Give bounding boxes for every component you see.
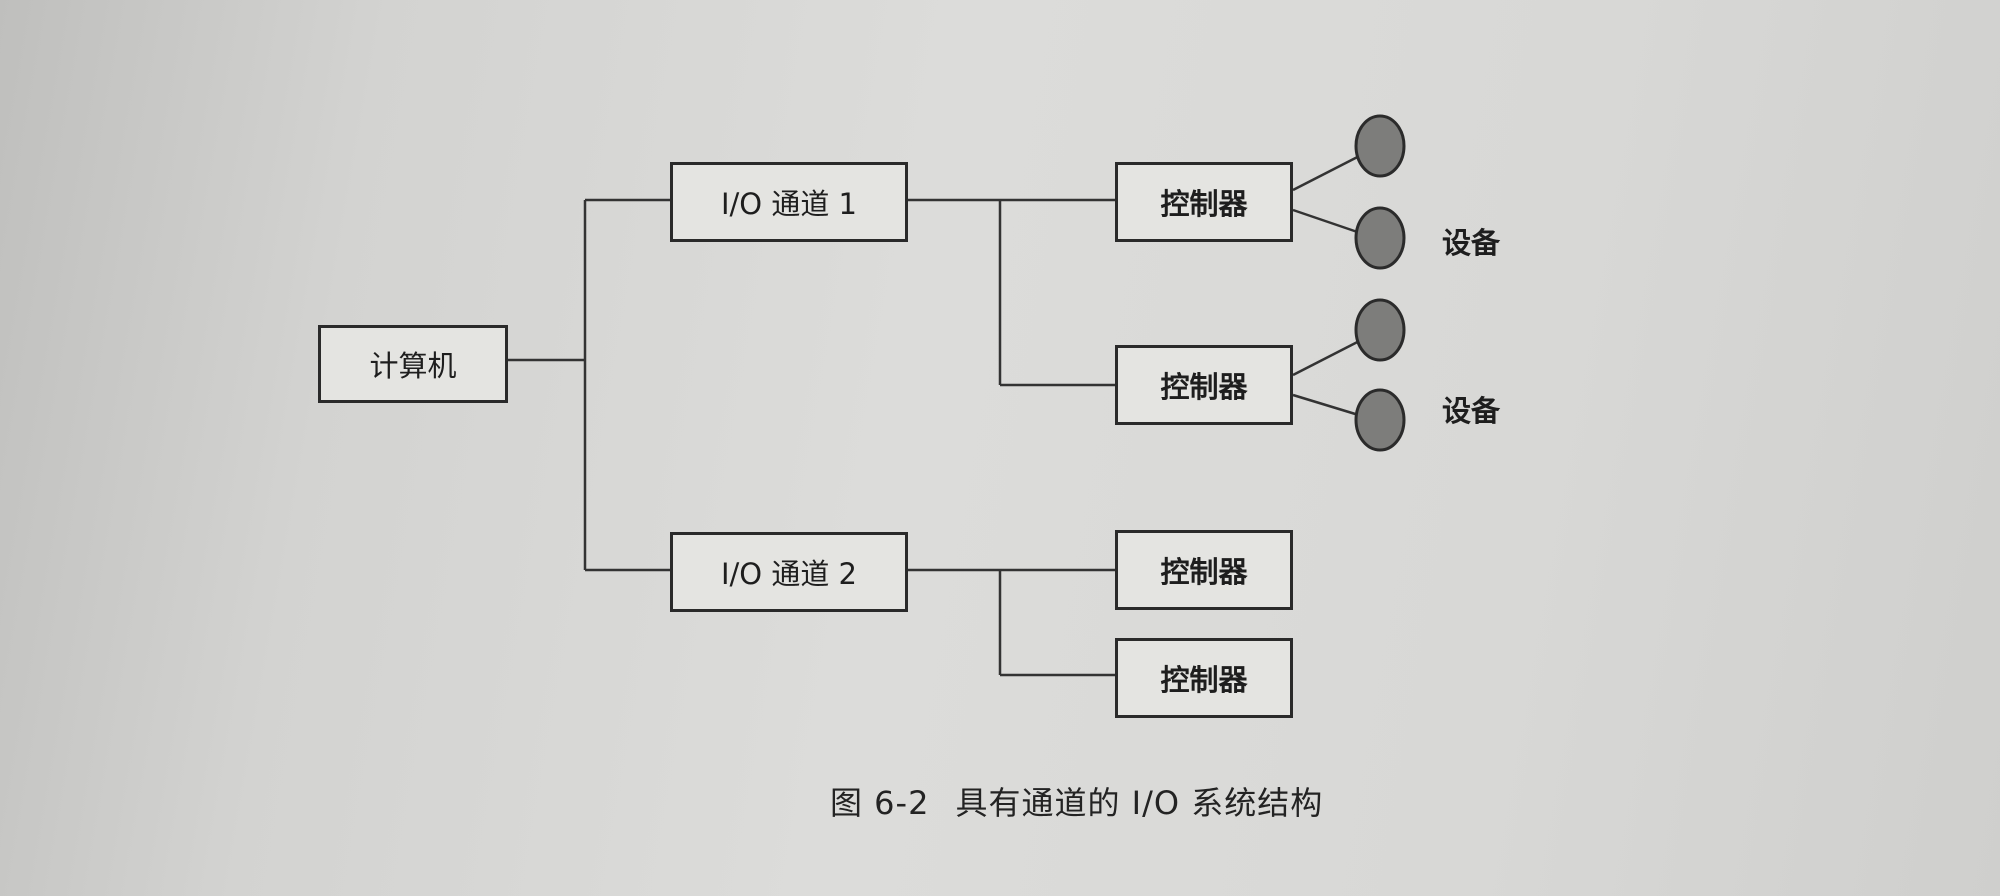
controller-box-2: 控制器 [1115,345,1293,425]
figure-caption: 图 6-2 具有通道的 I/O 系统结构 [830,778,1323,824]
figure-number: 图 6-2 [830,784,930,822]
controller-box-1: 控制器 [1115,162,1293,242]
io-system-diagram [508,114,1406,677]
device-label-1: 设备 [1442,226,1501,260]
device-circle [1354,206,1406,270]
device-circle [1354,114,1406,178]
io-channel-1-box: I/O 通道 1 [670,162,908,242]
controller-box-3: 控制器 [1115,530,1293,610]
figure-title: 具有通道的 I/O 系统结构 [955,784,1324,822]
io-channel-2-box: I/O 通道 2 [670,532,908,612]
controller-box-4: 控制器 [1115,638,1293,718]
devices [1354,114,1406,452]
device-circle [1354,298,1406,362]
device-circle [1354,388,1406,452]
computer-box: 计算机 [318,325,508,403]
device-label-2: 设备 [1442,394,1501,428]
